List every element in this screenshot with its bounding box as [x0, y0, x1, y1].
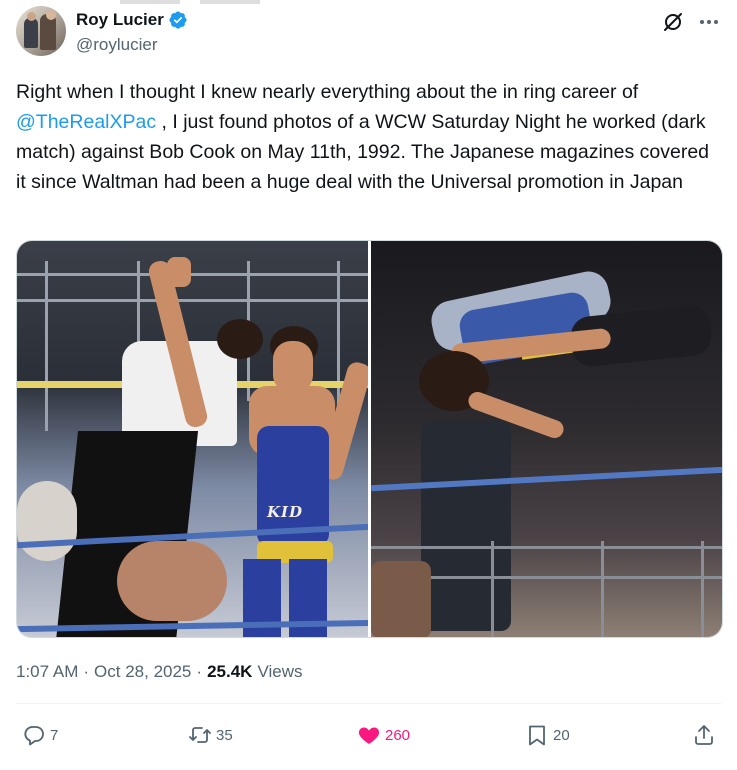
divider — [16, 703, 721, 704]
bookmark-count: 20 — [553, 726, 570, 744]
singlet-lettering: KID — [267, 503, 304, 521]
author-display-name[interactable]: Roy Lucier — [76, 10, 164, 30]
repost-icon — [189, 727, 211, 743]
grok-icon[interactable] — [661, 10, 685, 34]
tweet-text: Right when I thought I knew nearly every… — [16, 77, 721, 197]
repost-button[interactable]: 35 — [188, 716, 233, 754]
mention-link[interactable]: @TheRealXPac — [16, 111, 156, 133]
tweet-meta: 1:07 AM · Oct 28, 2025 · 25.4K Views — [16, 662, 302, 682]
meta-separator: · — [83, 662, 90, 681]
share-button[interactable] — [692, 716, 716, 754]
tweet-header: Roy Lucier @roylucier — [16, 6, 721, 62]
meta-separator: · — [196, 662, 203, 681]
avatar[interactable] — [16, 6, 66, 56]
bookmark-icon — [529, 725, 545, 746]
repost-count: 35 — [216, 726, 233, 744]
cropped-context-strip — [120, 0, 320, 4]
views-label: Views — [257, 662, 303, 681]
photo-wrestler-dive[interactable] — [371, 241, 722, 637]
tweet-media: KID — [16, 240, 723, 638]
verified-badge-icon — [169, 11, 187, 29]
share-icon — [695, 725, 713, 745]
author-name-row[interactable]: Roy Lucier — [76, 10, 188, 30]
tweet-text-part: Right when I thought I knew nearly every… — [16, 81, 639, 103]
like-button[interactable]: 260 — [357, 716, 410, 754]
more-icon[interactable] — [697, 10, 721, 34]
reply-icon — [24, 726, 44, 746]
tweet-date[interactable]: Oct 28, 2025 — [94, 662, 191, 682]
reply-count: 7 — [50, 726, 59, 744]
author-handle[interactable]: @roylucier — [76, 35, 158, 55]
views-count: 25.4K — [207, 662, 253, 681]
like-count: 260 — [385, 726, 411, 744]
photo-wrestler-celebrating[interactable]: KID — [17, 241, 368, 637]
reply-button[interactable]: 7 — [22, 716, 58, 754]
bookmark-button[interactable]: 20 — [525, 716, 570, 754]
tweet-time[interactable]: 1:07 AM — [16, 662, 78, 682]
action-bar: 7 35 260 20 — [16, 716, 721, 754]
like-icon — [358, 727, 380, 744]
